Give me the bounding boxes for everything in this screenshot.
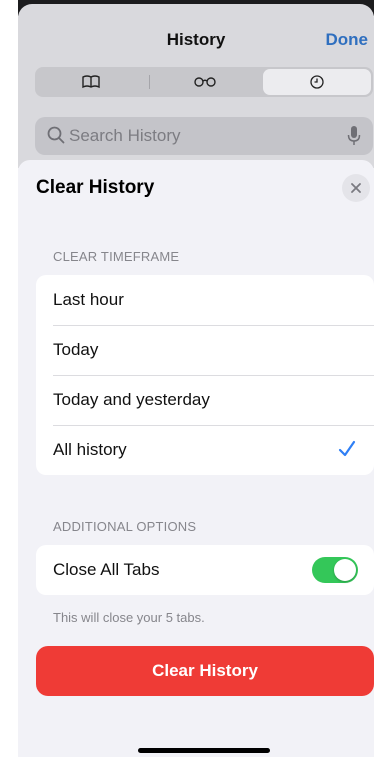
timeframe-list: Last hour Today Today and yesterday All … — [36, 275, 374, 475]
clear-history-sheet: Clear History CLEAR TIMEFRAME Last hour … — [18, 160, 374, 757]
timeframe-option-last-hour[interactable]: Last hour — [36, 275, 374, 325]
option-label: Today — [53, 340, 99, 359]
segment-divider — [149, 75, 150, 89]
close-icon — [351, 183, 361, 193]
tab-bookmarks[interactable] — [37, 69, 145, 95]
home-indicator — [138, 748, 270, 753]
timeframe-option-today[interactable]: Today — [36, 325, 374, 375]
toggle-knob — [334, 559, 356, 581]
book-icon — [82, 75, 100, 89]
phone-screen: History Done Search History Clear Histor… — [18, 0, 374, 757]
done-button[interactable]: Done — [326, 30, 369, 50]
close-all-tabs-row: Close All Tabs — [36, 545, 374, 595]
microphone-icon[interactable] — [347, 125, 361, 147]
search-icon — [47, 126, 65, 144]
timeframe-section-header: CLEAR TIMEFRAME — [53, 249, 180, 264]
history-sheet: History Done Search History — [18, 8, 374, 168]
history-segmented-control — [35, 67, 373, 97]
options-section-header: ADDITIONAL OPTIONS — [53, 519, 197, 534]
close-button[interactable] — [342, 174, 370, 202]
options-list: Close All Tabs — [36, 545, 374, 595]
close-all-tabs-label: Close All Tabs — [53, 560, 160, 579]
option-label: All history — [53, 440, 127, 459]
close-all-tabs-toggle[interactable] — [312, 557, 358, 583]
timeframe-option-all-history[interactable]: All history — [36, 425, 374, 475]
clear-history-title: Clear History — [36, 177, 155, 198]
reading-list-icon — [194, 77, 216, 87]
timeframe-option-today-and-yesterday[interactable]: Today and yesterday — [36, 375, 374, 425]
close-tabs-note: This will close your 5 tabs. — [53, 610, 205, 625]
search-placeholder: Search History — [69, 126, 181, 145]
checkmark-icon — [338, 440, 356, 457]
option-label: Last hour — [53, 290, 124, 309]
option-label: Today and yesterday — [53, 390, 210, 409]
clear-history-button[interactable]: Clear History — [36, 646, 374, 696]
tab-reading-list[interactable] — [151, 69, 259, 95]
tab-history[interactable] — [263, 69, 371, 95]
clock-icon — [310, 75, 324, 89]
search-history-input[interactable]: Search History — [35, 117, 373, 155]
history-title: History — [166, 30, 226, 49]
